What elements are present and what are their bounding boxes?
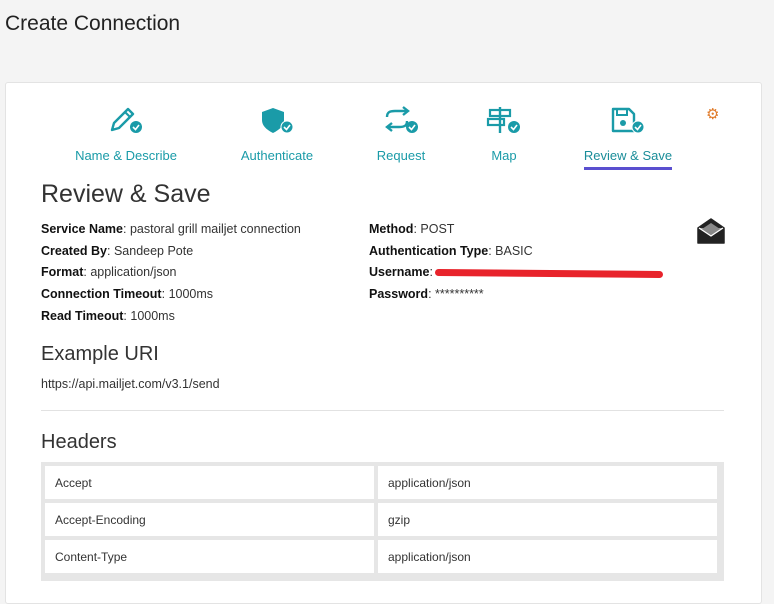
step-review-save[interactable]: Review & Save <box>563 105 693 170</box>
field-label: Read Timeout <box>41 308 124 323</box>
field-label: Created By <box>41 243 107 258</box>
service-name-value: pastoral grill mailjet connection <box>129 222 301 236</box>
header-value: gzip <box>378 503 717 536</box>
step-authenticate[interactable]: Authenticate <box>212 105 342 167</box>
auth-type-value: BASIC <box>495 243 533 258</box>
step-label: Request <box>376 148 426 163</box>
page-title: Create Connection <box>5 12 181 35</box>
created-by-value: Sandeep Pote <box>113 243 194 258</box>
step-label: Name & Describe <box>75 148 177 163</box>
review-details-right: Method: POST Authentication Type: BASIC … <box>369 219 663 306</box>
example-uri-title: Example URI <box>41 343 159 365</box>
step-map[interactable]: Map <box>439 105 569 167</box>
step-label: Map <box>491 148 517 163</box>
header-key: Accept-Encoding <box>45 503 374 536</box>
headers-title: Headers <box>41 431 117 453</box>
table-row: Accept application/json <box>41 466 724 503</box>
shield-check-icon <box>212 105 342 135</box>
example-uri-value: https://api.mailjet.com/v3.1/send <box>41 377 220 391</box>
connection-timeout-value: 1000ms <box>168 287 214 302</box>
username-redaction <box>434 268 663 278</box>
header-value: application/json <box>378 540 717 573</box>
review-title: Review & Save <box>41 180 211 208</box>
field-label: Username <box>369 265 430 280</box>
divider <box>41 410 724 411</box>
header-key: Accept <box>45 466 374 499</box>
header-key: Content-Type <box>45 540 374 573</box>
format-value: application/json <box>90 265 177 280</box>
review-details-left: Service Name: pastoral grill mailjet con… <box>41 222 301 323</box>
field-label: Authentication Type <box>369 243 489 258</box>
step-label: Authenticate <box>240 148 314 163</box>
table-row: Content-Type application/json <box>41 540 724 577</box>
header-value: application/json <box>378 466 717 499</box>
table-row: Accept-Encoding gzip <box>41 503 724 540</box>
field-label: Password <box>369 287 429 302</box>
field-label: Connection Timeout <box>41 287 162 302</box>
gear-icon[interactable]: ⚙ <box>706 105 719 123</box>
read-timeout-value: 1000ms <box>130 308 175 323</box>
envelope-open-icon[interactable] <box>696 217 726 250</box>
signpost-check-icon <box>439 105 569 135</box>
field-label: Service Name <box>41 222 124 236</box>
field-label: Method <box>369 222 414 236</box>
headers-table: Accept application/json Accept-Encoding … <box>41 462 724 581</box>
step-label: Review & Save <box>583 148 673 170</box>
method-value: POST <box>420 222 455 236</box>
pencil-check-icon <box>61 105 191 135</box>
connection-card: Name & Describe Authenticate Request Map… <box>5 82 762 604</box>
field-label: Format <box>41 265 84 280</box>
password-value: ********** <box>435 287 484 302</box>
floppy-check-icon <box>563 105 693 135</box>
step-name-describe[interactable]: Name & Describe <box>61 105 191 167</box>
